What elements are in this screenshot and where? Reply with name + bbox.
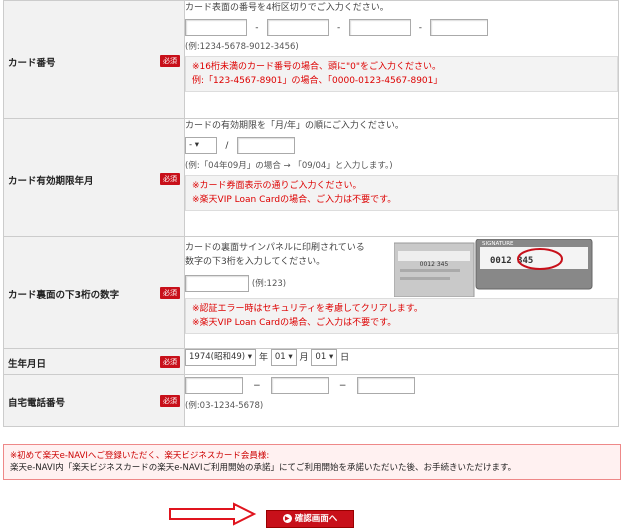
cvv-label: カード裏面の下3桁の数字 (8, 290, 120, 301)
card-number-input-3[interactable] (348, 19, 411, 36)
notice-line: 楽天e-NAVI内「楽天ビジネスカードの楽天e-NAVIご利用開始の承諾」にてご… (10, 463, 517, 473)
birth-month-select[interactable]: 01 ▾ (270, 349, 297, 366)
card-number-hint: カード表面の番号を4桁区切りでご入力ください。 (185, 3, 389, 13)
expiry-warning: ※カード券面表示の通りご入力ください。 ※楽天VIP Loan Cardの場合、… (185, 175, 618, 211)
phone-input-3[interactable] (356, 377, 415, 394)
card-number-warning: ※16桁未満のカード番号の場合、頭に"0"をご入力ください。 例:「123-45… (185, 56, 618, 92)
card-number-label: カード番号 (8, 58, 56, 69)
chevron-down-icon: ▾ (328, 352, 334, 362)
business-card-notice: ※初めて楽天e-NAVIへご登録いただく、楽天ビジネスカード会員様: 楽天e-N… (3, 444, 621, 480)
confirm-button[interactable]: ▶ 確認画面へ (266, 510, 354, 528)
expiry-example: (例:「04年09月」の場合 → 「09/04」と入力します。) (185, 161, 393, 171)
cvv-input[interactable] (185, 275, 249, 292)
required-badge: 必須 (160, 356, 180, 368)
warning-line: ※カード券面表示の通りご入力ください。 (192, 181, 362, 191)
value-cell: カード表面の番号を4桁区切りでご入力ください。 - - - (例:1234-56… (184, 0, 619, 119)
dash: - (337, 22, 341, 33)
selected-value: 1974(昭和49) (189, 352, 246, 362)
card-number-input-1[interactable] (185, 19, 247, 36)
play-icon: ▶ (282, 514, 292, 523)
registration-form: カード番号 必須 カード表面の番号を4桁区切りでご入力ください。 - - - (… (3, 0, 619, 427)
unit-label: 日 (340, 353, 350, 363)
dash: - (418, 22, 422, 33)
chevron-down-icon: ▾ (288, 352, 293, 362)
birth-year-select[interactable]: 1974(昭和49) ▾ (185, 349, 257, 366)
birthdate-label: 生年月日 (8, 359, 47, 370)
row-expiry: カード有効期限年月 必須 カードの有効期限を「月/年」の順にご入力ください。 -… (3, 118, 619, 237)
required-badge: 必須 (160, 287, 180, 299)
expiry-hint: カードの有効期限を「月/年」の順にご入力ください。 (185, 121, 404, 131)
notice-line: ※初めて楽天e-NAVIへご登録いただく、楽天ビジネスカード会員様: (10, 451, 270, 461)
phone-input-2[interactable] (270, 377, 329, 394)
label-cell: カード裏面の下3桁の数字 必須 (3, 236, 185, 349)
cvv-example: (例:123) (251, 279, 287, 289)
value-cell: カードの有効期限を「月/年」の順にご入力ください。 - ▾ / (例:「04年0… (184, 118, 619, 237)
selected-value: - (189, 140, 193, 150)
warning-line: ※楽天VIP Loan Cardの場合、ご入力は不要です。 (192, 318, 397, 328)
unit-label: 月 (299, 353, 309, 363)
warning-line: ※楽天VIP Loan Cardの場合、ご入力は不要です。 (192, 195, 397, 205)
required-badge: 必須 (160, 395, 180, 407)
row-card-number: カード番号 必須 カード表面の番号を4桁区切りでご入力ください。 - - - (… (3, 0, 619, 119)
label-cell: 自宅電話番号 必須 (3, 374, 185, 427)
card-back-illustration: 0012 345 SIGNATURE 0012 345 (394, 239, 593, 297)
dash: − (338, 380, 347, 391)
arrow-right-icon (169, 502, 257, 526)
row-birthdate: 生年月日 必須 1974(昭和49) ▾ 年 01 ▾ 月 01 ▾ 日 (3, 348, 619, 375)
expiry-month-select[interactable]: - ▾ (185, 137, 217, 154)
selected-value: 01 (315, 352, 327, 362)
warning-line: ※16桁未満のカード番号の場合、頭に"0"をご入力ください。 (192, 62, 441, 72)
warning-line: ※認証エラー時はセキュリティを考慮してクリアします。 (192, 304, 423, 314)
selected-value: 01 (274, 352, 286, 362)
phone-input-1[interactable] (185, 377, 243, 394)
row-phone: 自宅電話番号 必須 − − (例:03-1234-5678) (3, 374, 619, 427)
chevron-down-icon: ▾ (247, 352, 253, 362)
cvv-warning: ※認証エラー時はセキュリティを考慮してクリアします。 ※楽天VIP Loan C… (185, 298, 618, 334)
unit-label: 年 (258, 353, 268, 363)
birth-day-select[interactable]: 01 ▾ (311, 349, 338, 366)
value-cell: 1974(昭和49) ▾ 年 01 ▾ 月 01 ▾ 日 (184, 348, 619, 375)
label-cell: カード有効期限年月 必須 (3, 118, 185, 237)
card-back-number: 0012 345 (420, 261, 449, 268)
card-number-input-4[interactable] (430, 19, 489, 36)
expiry-year-input[interactable] (236, 137, 295, 154)
card-number-example: (例:1234-5678-9012-3456) (185, 42, 299, 52)
warning-line: 例:「123-4567-8901」の場合、「0000-0123-4567-890… (192, 76, 443, 86)
value-cell: − − (例:03-1234-5678) (184, 374, 619, 427)
required-badge: 必須 (160, 173, 180, 185)
card-signature-number: 0012 345 (490, 256, 533, 266)
dash: - (255, 22, 259, 33)
chevron-down-icon: ▾ (194, 140, 200, 150)
card-number-input-2[interactable] (266, 19, 329, 36)
label-cell: 生年月日 必須 (3, 348, 185, 375)
required-badge: 必須 (160, 55, 180, 67)
slash: / (225, 140, 229, 151)
phone-example: (例:03-1234-5678) (185, 401, 264, 411)
card-signature-label: SIGNATURE (482, 241, 514, 247)
phone-label: 自宅電話番号 (8, 398, 66, 409)
label-cell: カード番号 必須 (3, 0, 185, 119)
expiry-label: カード有効期限年月 (8, 176, 94, 187)
dash: − (253, 380, 261, 391)
confirm-button-label: 確認画面へ (294, 514, 338, 524)
